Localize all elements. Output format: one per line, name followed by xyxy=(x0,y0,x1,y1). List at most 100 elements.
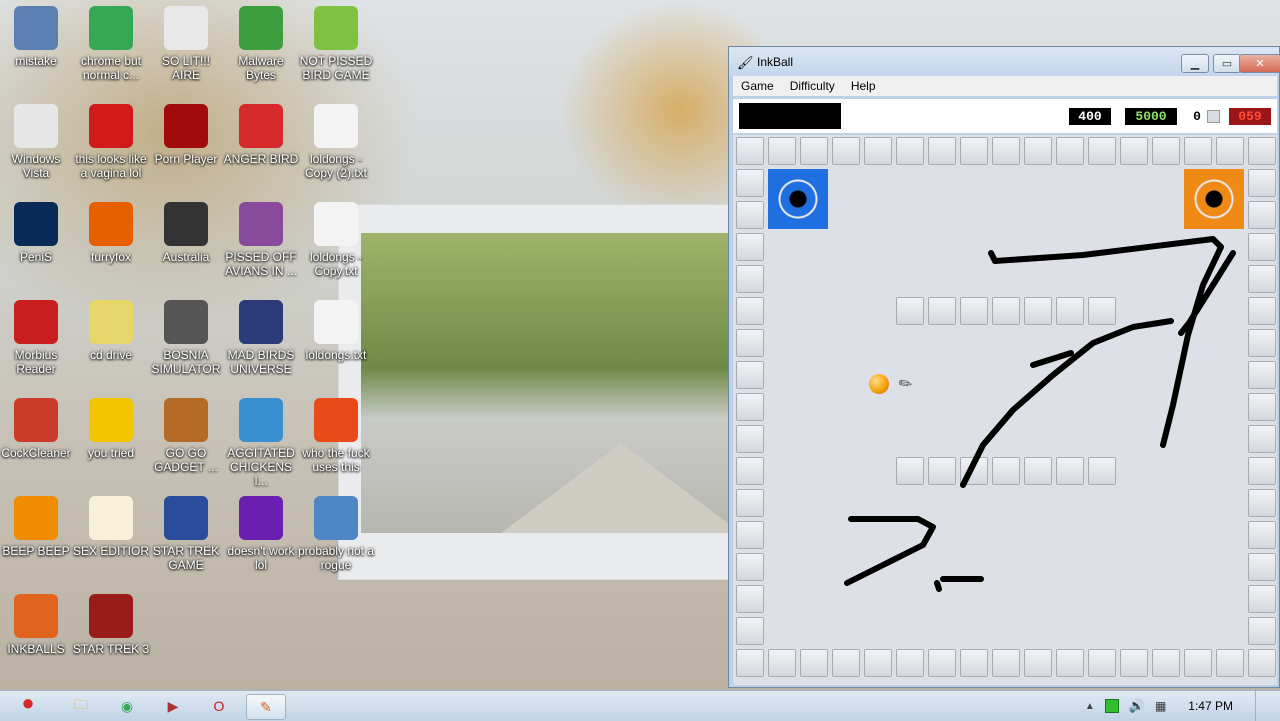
desktop-icon-label: CockCleaner xyxy=(1,446,71,460)
desktop-icon[interactable]: loldongs - Copy.txt xyxy=(297,202,375,278)
spider-icon xyxy=(164,202,208,246)
desktop-icon[interactable]: you tried xyxy=(72,398,150,460)
user-folder-icon xyxy=(14,6,58,50)
text-file-icon xyxy=(314,202,358,246)
explorer-icon[interactable]: 🗀 xyxy=(62,694,100,718)
desktop-icon-label: chrome but normal c... xyxy=(80,54,142,82)
chrome-icon[interactable]: ◉ xyxy=(108,694,146,718)
ink-stroke xyxy=(844,516,936,586)
desktop-icon[interactable]: Windows Vista xyxy=(0,104,75,180)
game-board[interactable]: ✎ xyxy=(733,135,1277,685)
star-wars-3-icon xyxy=(89,594,133,638)
cd-icon xyxy=(89,300,133,344)
angry-bird-rio-icon xyxy=(239,398,283,442)
desktop-icon-label: STAR TREK 3 xyxy=(72,642,150,656)
desktop-icon[interactable]: BEEP BEEP xyxy=(0,496,75,558)
taskbar: ● 🗀 ◉ ▶ O ✎ ▲ 🔊 ▦ 1:47 PM xyxy=(0,690,1280,721)
desktop-icon-label: Australia xyxy=(162,250,210,264)
volume-icon[interactable]: 🔊 xyxy=(1129,698,1145,714)
desktop-icon[interactable]: doesn't work lol xyxy=(222,496,300,572)
desktop-icon-label: PeniS xyxy=(19,250,53,264)
desktop-icon-label: who the fuck uses this xyxy=(302,446,370,474)
title-bar[interactable]: 🖌 InkBall ▁ ▭ ✕ xyxy=(729,47,1280,77)
desktop-icon[interactable]: Malware Bytes xyxy=(222,6,300,82)
action-center-icon[interactable]: ▦ xyxy=(1155,699,1166,713)
opera-icon[interactable]: O xyxy=(200,694,238,718)
desktop-icon[interactable]: MAD BIRDS UNIVERSE xyxy=(222,300,300,376)
score-bar: 400 5000 0 059 xyxy=(733,99,1277,133)
desktop-icon-label: doesn't work lol xyxy=(227,544,295,572)
desktop-icon-label: loldongs.txt xyxy=(305,348,367,362)
ink-stroke xyxy=(1178,250,1236,336)
timer-display: 059 xyxy=(1229,108,1271,125)
desktop-icon[interactable]: SO LIT!!! AIRE xyxy=(147,6,225,82)
ball-count-icon xyxy=(1207,110,1220,123)
mine-icon xyxy=(164,300,208,344)
hxd-icon xyxy=(89,496,133,540)
text-file-icon xyxy=(314,300,358,344)
desktop-icon[interactable]: AGGITATED CHICKENS I... xyxy=(222,398,300,488)
desktop-icon-label: PISSED OFF AVIANS IN ... xyxy=(225,250,297,278)
media-icon[interactable]: ▶ xyxy=(154,694,192,718)
desktop-icon[interactable]: probably not a rogue xyxy=(297,496,375,572)
minimize-button[interactable]: ▁ xyxy=(1181,54,1209,73)
angry-bird-seasons-icon xyxy=(239,202,283,246)
desktop-icon[interactable]: who the fuck uses this xyxy=(297,398,375,474)
maximize-button[interactable]: ▭ xyxy=(1213,54,1241,73)
desktop-icon-label: Windows Vista xyxy=(11,152,61,180)
desktop-icon[interactable]: furryfox xyxy=(72,202,150,264)
desktop-icon[interactable]: this looks like a vagina lol xyxy=(72,104,150,180)
recycle-bin-icon xyxy=(14,104,58,148)
angry-bird-start-icon[interactable]: ● xyxy=(8,685,48,721)
desktop-icon[interactable]: Australia xyxy=(147,202,225,264)
flash-icon xyxy=(164,104,208,148)
desktop-icon-label: furryfox xyxy=(90,250,131,264)
desktop-icon[interactable]: STAR TREK GAME xyxy=(147,496,225,572)
desktop-icon-label: GO GO GADGET ... xyxy=(154,446,218,474)
desktop-icon[interactable]: loldongs.txt xyxy=(297,300,375,362)
inkball-icon[interactable]: ✎ xyxy=(246,694,286,720)
desktop-icon[interactable]: NOT PISSED BIRD GAME xyxy=(297,6,375,82)
inkball-icon xyxy=(14,594,58,638)
desktop-icon-label: ANGER BIRD xyxy=(223,152,299,166)
desktop-icon-label: INKBALLS xyxy=(7,642,65,656)
desktop-icon[interactable]: chrome but normal c... xyxy=(72,6,150,82)
text-file-icon xyxy=(314,104,358,148)
close-button[interactable]: ✕ xyxy=(1239,54,1280,73)
star-icon xyxy=(89,398,133,442)
network-icon[interactable] xyxy=(1104,699,1119,713)
desktop-icon[interactable]: PISSED OFF AVIANS IN ... xyxy=(222,202,300,278)
desktop-icon[interactable]: GO GO GADGET ... xyxy=(147,398,225,474)
desktop-icon-label: NOT PISSED BIRD GAME xyxy=(299,54,373,82)
inkball-icon: 🖌 xyxy=(737,55,754,70)
clock[interactable]: 1:47 PM xyxy=(1188,699,1233,713)
desktop-icon[interactable]: ANGER BIRD xyxy=(222,104,300,166)
desktop-icon[interactable]: mistake xyxy=(0,6,75,68)
menu-game[interactable]: Game xyxy=(733,79,782,93)
ink-stroke xyxy=(960,318,1174,488)
desktop-icon-label: this looks like a vagina lol xyxy=(75,152,147,180)
desktop-icon-label: MAD BIRDS UNIVERSE xyxy=(227,348,295,376)
desktop-icon[interactable]: cd drive xyxy=(72,300,150,362)
menu-help[interactable]: Help xyxy=(843,79,884,93)
desktop-icon[interactable]: STAR TREK 3 xyxy=(72,594,150,656)
gear-computer-icon xyxy=(314,496,358,540)
desktop-icon[interactable]: SEX EDITIOR xyxy=(72,496,150,558)
ball-count-display: 0 xyxy=(1193,109,1201,124)
angry-bird-space-icon xyxy=(239,300,283,344)
show-desktop-button[interactable] xyxy=(1255,691,1266,721)
system-tray: ▲ 🔊 ▦ 1:47 PM xyxy=(1085,691,1280,721)
desktop-icon[interactable]: PeniS xyxy=(0,202,75,264)
menu-difficulty[interactable]: Difficulty xyxy=(782,79,843,93)
desktop-icon[interactable]: Morbius Reader xyxy=(0,300,75,376)
desktop-icon-label: you tried xyxy=(87,446,135,460)
show-hidden-icons[interactable]: ▲ xyxy=(1085,701,1095,712)
photoshop-icon xyxy=(14,202,58,246)
desktop-icon[interactable]: BOSNIA SIMULATOR xyxy=(147,300,225,376)
vlc-icon xyxy=(14,496,58,540)
desktop-icon[interactable]: CockCleaner xyxy=(0,398,75,460)
desktop-icon[interactable]: INKBALLS xyxy=(0,594,75,656)
desktop-icon-label: cd drive xyxy=(89,348,133,362)
desktop-icon[interactable]: Porn Player xyxy=(147,104,225,166)
desktop-icon[interactable]: loldongs - Copy (2).txt xyxy=(297,104,375,180)
